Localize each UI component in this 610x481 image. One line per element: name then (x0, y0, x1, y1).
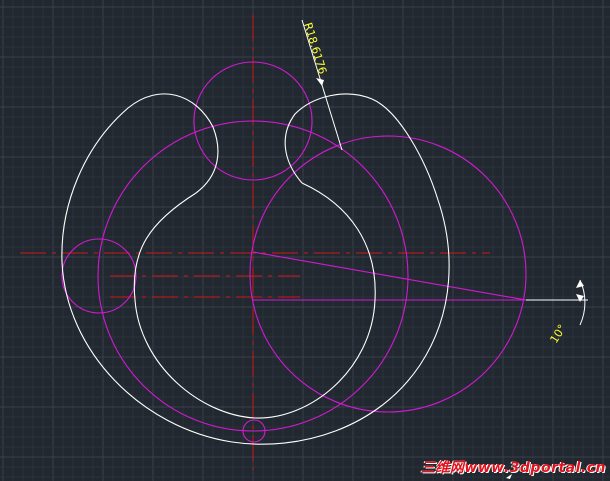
cad-drawing[interactable]: R18.6176 10° (0, 0, 610, 481)
centerlines (20, 15, 490, 470)
watermark: 三维网www.3dportal.cn (420, 460, 606, 476)
outer-profile (61, 93, 450, 445)
grid (0, 0, 610, 481)
part-outline (61, 93, 450, 445)
angle-dimension-text: 10° (548, 322, 569, 345)
radius-dimension-text: R18.6176 (301, 21, 329, 76)
construction-geometry (61, 61, 527, 443)
cad-canvas[interactable]: R18.6176 10° 三维网www.3dportal.cn (0, 0, 610, 481)
